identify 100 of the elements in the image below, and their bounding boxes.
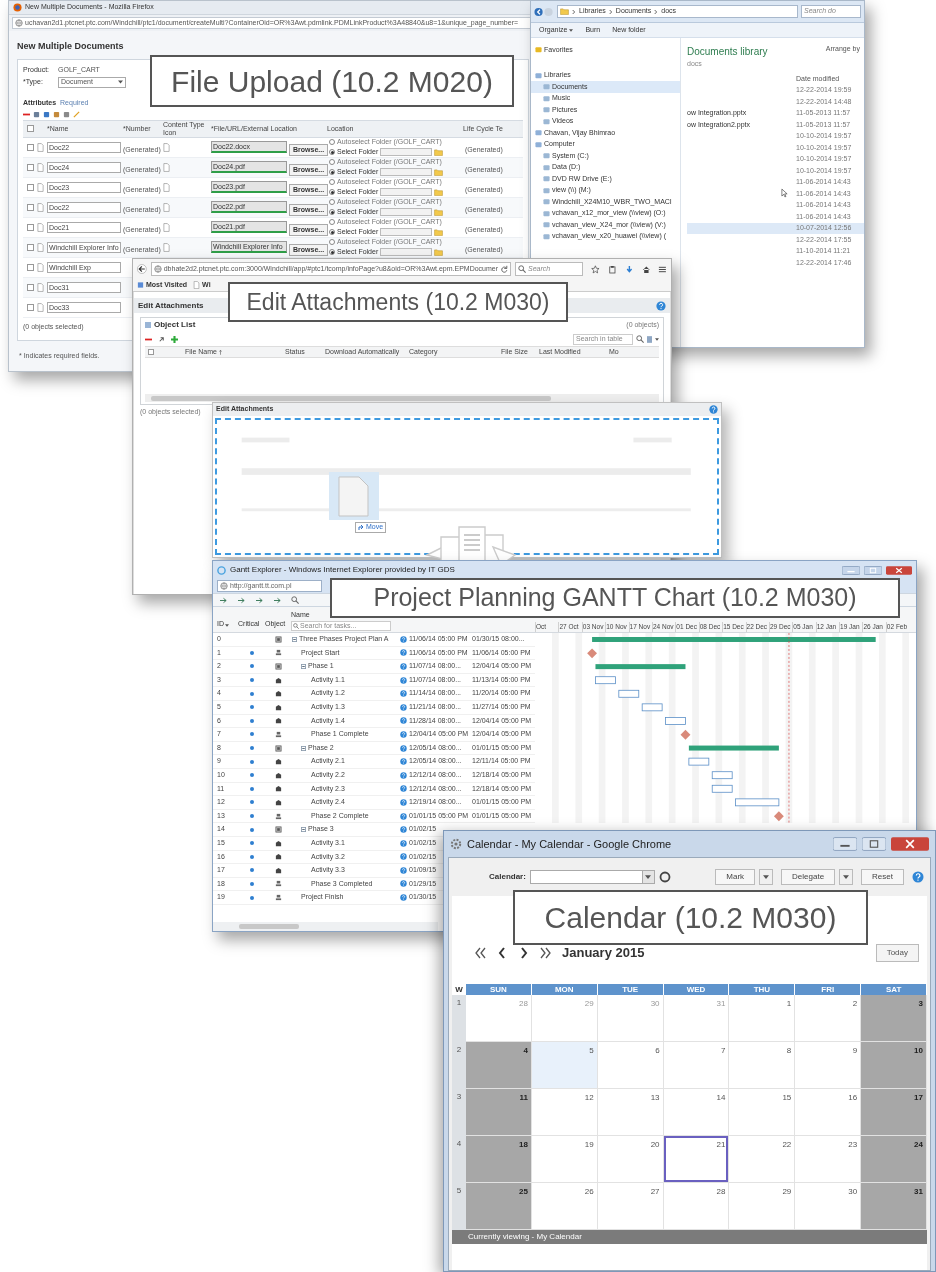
folder-field[interactable]	[380, 188, 433, 196]
expand-toggle-icon[interactable]	[301, 827, 306, 833]
radio-button[interactable]	[329, 189, 335, 195]
radio-button[interactable]	[329, 229, 335, 235]
expand-toggle-icon[interactable]	[301, 745, 306, 751]
day-cell[interactable]: 19	[531, 1136, 598, 1183]
checkbox[interactable]	[26, 143, 34, 151]
info-icon[interactable]	[399, 690, 407, 698]
folder-field[interactable]	[380, 228, 433, 236]
checkbox[interactable]	[26, 203, 34, 211]
close-icon[interactable]	[886, 565, 912, 575]
day-cell[interactable]: 25	[466, 1183, 532, 1230]
chevron-left-icon[interactable]	[496, 946, 508, 960]
dropdown-button[interactable]	[839, 869, 854, 885]
indent-icon[interactable]	[219, 596, 228, 604]
info-icon[interactable]	[399, 853, 407, 861]
day-cell[interactable]: 28	[663, 1183, 730, 1230]
day-cell[interactable]: 22	[729, 1136, 796, 1183]
day-cell[interactable]: 8	[729, 1042, 796, 1089]
checkbox[interactable]	[148, 349, 154, 355]
info-icon[interactable]	[399, 649, 407, 657]
day-cell[interactable]: 18	[466, 1136, 532, 1183]
help-icon[interactable]	[912, 871, 924, 883]
info-icon[interactable]	[399, 866, 407, 874]
expand-toggle-icon[interactable]	[292, 636, 297, 642]
chevron-right-icon[interactable]	[518, 946, 530, 960]
back-arrow-icon[interactable]	[137, 264, 147, 274]
double-chevron-left-icon[interactable]	[474, 946, 486, 960]
info-icon[interactable]	[399, 771, 407, 779]
today-button[interactable]: Today	[875, 944, 919, 962]
checkbox[interactable]	[26, 243, 34, 251]
radio-button[interactable]	[329, 169, 335, 175]
maximize-icon[interactable]	[862, 837, 886, 851]
radio-button[interactable]	[329, 199, 335, 205]
folder-field[interactable]	[380, 248, 433, 256]
horizontal-scrollbar[interactable]	[213, 922, 438, 931]
day-cell[interactable]: 14	[663, 1089, 730, 1136]
radio-button[interactable]	[329, 219, 335, 225]
info-icon[interactable]	[399, 812, 407, 820]
info-icon[interactable]	[399, 663, 407, 670]
day-cell[interactable]: 24	[861, 1136, 927, 1183]
checkbox[interactable]	[26, 263, 34, 271]
day-cell[interactable]: 5	[531, 1042, 598, 1089]
columns-icon[interactable]	[647, 335, 652, 343]
day-cell[interactable]: 30	[795, 1183, 862, 1230]
info-icon[interactable]	[399, 703, 407, 711]
zoom-icon[interactable]	[291, 596, 299, 604]
toolbar-button[interactable]: Mark	[715, 869, 756, 885]
info-icon[interactable]	[399, 744, 407, 752]
day-cell[interactable]: 12	[531, 1089, 598, 1136]
info-icon[interactable]	[399, 717, 407, 725]
day-cell[interactable]: 27	[597, 1183, 664, 1230]
checkbox[interactable]	[26, 163, 34, 171]
page-icon[interactable]	[63, 110, 70, 118]
help-icon[interactable]	[656, 300, 666, 311]
day-cell[interactable]: 3	[861, 995, 927, 1042]
horizontal-scrollbar[interactable]	[145, 394, 659, 402]
info-icon[interactable]	[399, 894, 407, 902]
info-icon[interactable]	[399, 676, 407, 684]
outdent-icon[interactable]	[237, 596, 246, 604]
day-cell[interactable]: 31	[861, 1183, 927, 1230]
caret-icon[interactable]	[655, 337, 659, 341]
day-cell[interactable]: 1	[729, 995, 796, 1042]
clipboard-icon[interactable]	[608, 264, 617, 274]
menu-icon[interactable]	[658, 264, 667, 274]
checkbox[interactable]	[26, 125, 34, 132]
radio-button[interactable]	[329, 139, 335, 145]
day-cell[interactable]: 23	[795, 1136, 862, 1183]
folder-field[interactable]	[380, 168, 433, 176]
close-icon[interactable]	[891, 837, 929, 851]
info-icon[interactable]	[399, 826, 407, 834]
collapse-all-icon[interactable]	[255, 596, 264, 604]
info-icon[interactable]	[399, 880, 407, 888]
day-cell[interactable]: 6	[597, 1042, 664, 1089]
minimize-icon[interactable]	[833, 837, 857, 851]
toolbar-button[interactable]: Reset	[861, 869, 904, 885]
help-icon[interactable]	[709, 405, 718, 414]
expand-all-icon[interactable]	[273, 596, 282, 604]
day-cell[interactable]: 16	[795, 1089, 862, 1136]
radio-button[interactable]	[329, 249, 335, 255]
home-icon[interactable]	[641, 264, 651, 274]
day-cell[interactable]: 7	[663, 1042, 730, 1089]
radio-button[interactable]	[329, 209, 335, 215]
checkbox[interactable]	[26, 283, 34, 291]
copy-icon[interactable]	[33, 110, 40, 118]
checkbox[interactable]	[26, 303, 34, 311]
info-icon[interactable]	[399, 785, 407, 793]
day-cell[interactable]: 9	[795, 1042, 862, 1089]
day-cell[interactable]: 21	[663, 1136, 730, 1183]
info-icon[interactable]	[399, 730, 407, 738]
save-icon[interactable]	[43, 110, 50, 118]
info-icon[interactable]	[399, 798, 407, 806]
add-icon[interactable]	[171, 335, 178, 343]
attach-icon[interactable]	[158, 335, 165, 343]
double-chevron-right-icon[interactable]	[540, 946, 552, 960]
info-icon[interactable]	[399, 839, 407, 847]
maximize-icon[interactable]	[864, 565, 882, 575]
reload-icon[interactable]	[500, 265, 509, 273]
expand-toggle-icon[interactable]	[301, 664, 306, 669]
info-icon[interactable]	[399, 758, 407, 766]
